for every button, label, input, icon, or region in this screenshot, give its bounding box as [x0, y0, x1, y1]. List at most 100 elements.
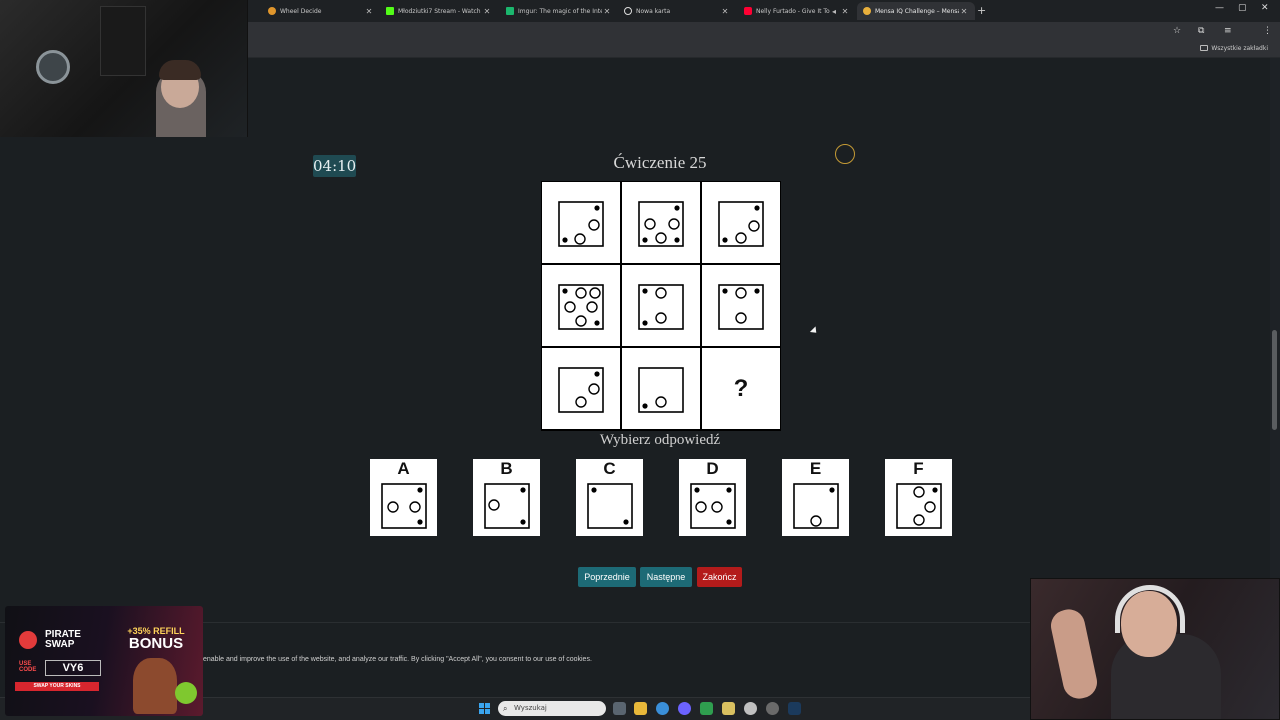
- option-letter: B: [500, 459, 513, 478]
- shelf: [100, 6, 146, 76]
- scrollbar-thumb[interactable]: [1272, 330, 1277, 430]
- option-d[interactable]: D: [679, 459, 746, 536]
- bookmarks-label: Wszystkie zakładki: [1211, 45, 1268, 52]
- dice-figure: [690, 483, 736, 529]
- tab-label: Mensa IQ Challenge – Mensa I...: [875, 7, 959, 15]
- headset: [1115, 585, 1185, 633]
- youtube-favicon-icon: [744, 7, 752, 15]
- close-icon[interactable]: ✕: [840, 7, 850, 16]
- option-letter: C: [603, 459, 616, 478]
- dice-figure: [558, 284, 604, 330]
- sponsor-banner: PIRATE SWAP USE CODE VY6 SWAP YOUR SKINS +…: [5, 606, 203, 716]
- app-icon[interactable]: [722, 702, 735, 715]
- option-b[interactable]: B: [473, 459, 540, 536]
- finish-button[interactable]: Zakończ: [697, 567, 742, 587]
- previous-button[interactable]: Poprzednie: [578, 567, 636, 587]
- wheel-favicon-icon: [268, 7, 276, 15]
- tab-imgur[interactable]: Imgur: The magic of the Intern... ✕: [500, 2, 618, 20]
- tab-label: Imgur: The magic of the Intern...: [518, 7, 602, 15]
- tab-wheel-decide[interactable]: Wheel Decide ✕: [262, 2, 380, 20]
- use-code-label: USE CODE: [19, 661, 36, 673]
- mensa-favicon-icon: [863, 7, 871, 15]
- maximize-icon[interactable]: ▢: [1238, 3, 1247, 13]
- option-letter: D: [706, 459, 719, 478]
- task-view-icon[interactable]: [613, 702, 626, 715]
- dice-figure: [587, 483, 633, 529]
- new-tab-button[interactable]: +: [977, 4, 986, 17]
- puzzle-cell: [542, 348, 620, 429]
- puzzle-cell: [622, 265, 700, 346]
- menu-dots-icon[interactable]: ⋮: [1263, 26, 1272, 36]
- tab-stream[interactable]: Młodziutki7 Stream - Watch Li... ✕: [380, 2, 498, 20]
- dice-figure: [381, 483, 427, 529]
- exercise-title: Ćwiczenie 25: [613, 153, 707, 172]
- tab-new[interactable]: Nowa karta ✕: [618, 2, 736, 20]
- puzzle-cell: [702, 265, 780, 346]
- dice-figure: [638, 201, 684, 247]
- folder-icon: [1200, 45, 1209, 51]
- option-letter: F: [913, 459, 924, 478]
- use-line: CODE: [19, 667, 37, 673]
- settings-icon[interactable]: [766, 702, 779, 715]
- extensions-icon[interactable]: ⧉: [1198, 26, 1204, 36]
- puzzle-cell: [702, 182, 780, 263]
- dice-figure: [558, 201, 604, 247]
- chrome-icon[interactable]: [656, 702, 669, 715]
- file-explorer-icon[interactable]: [634, 702, 647, 715]
- minimize-icon[interactable]: —: [1215, 3, 1224, 13]
- dice-figure: [484, 483, 530, 529]
- tab-label: Nelly Furtado - Give It To M...: [756, 7, 830, 15]
- imgur-favicon-icon: [506, 7, 514, 15]
- puzzle-cell: [542, 182, 620, 263]
- dice-figure: [718, 284, 764, 330]
- screen: Wheel Decide ✕ Młodziutki7 Stream - Watc…: [0, 0, 1280, 720]
- countdown-timer: 04:10: [313, 155, 357, 177]
- fan: [36, 50, 70, 84]
- window-close-icon[interactable]: ✕: [1261, 3, 1269, 13]
- close-icon[interactable]: ✕: [720, 7, 730, 16]
- close-icon[interactable]: ✕: [364, 7, 374, 16]
- pirate-logo-icon: [19, 631, 37, 649]
- option-f[interactable]: F: [885, 459, 952, 536]
- tab-mensa[interactable]: Mensa IQ Challenge – Mensa I... ✕: [857, 2, 975, 20]
- option-a[interactable]: A: [370, 459, 437, 536]
- promo-code: VY6: [45, 660, 101, 676]
- dice-figure: [638, 284, 684, 330]
- tab-label: Nowa karta: [636, 7, 671, 15]
- discord-icon[interactable]: [678, 702, 691, 715]
- app-icon[interactable]: [744, 702, 757, 715]
- option-e[interactable]: E: [782, 459, 849, 536]
- cookie-notice-text: enable and improve the use of the websit…: [203, 656, 592, 663]
- brand-line: SWAP: [45, 639, 75, 650]
- promo-tagline: SWAP YOUR SKINS: [15, 682, 99, 691]
- windows-start-icon[interactable]: [479, 703, 491, 715]
- next-button[interactable]: Następne: [640, 567, 692, 587]
- green-orb: [175, 682, 197, 704]
- tab-music[interactable]: Nelly Furtado - Give It To M... ◂ ✕: [738, 2, 856, 20]
- person-hair: [159, 60, 201, 80]
- question-mark: ?: [733, 374, 749, 402]
- dice-figure: [718, 201, 764, 247]
- dice-figure: [896, 483, 942, 529]
- close-icon[interactable]: ✕: [959, 7, 969, 16]
- close-icon[interactable]: ✕: [602, 7, 612, 16]
- webcam-overlay-guest: [1030, 578, 1280, 720]
- option-c[interactable]: C: [576, 459, 643, 536]
- globe-favicon-icon: [624, 7, 632, 15]
- close-icon[interactable]: ✕: [482, 7, 492, 16]
- taskbar-search-input[interactable]: ⌕ Wyszukaj: [498, 701, 606, 716]
- puzzle-cell: [622, 348, 700, 429]
- option-letter: E: [809, 459, 822, 478]
- app-icon[interactable]: [700, 702, 713, 715]
- steam-icon[interactable]: [788, 702, 801, 715]
- tab-label: Wheel Decide: [280, 7, 322, 15]
- bookmark-star-icon[interactable]: ☆: [1173, 26, 1181, 36]
- choose-answer-label: Wybierz odpowiedź: [599, 432, 721, 448]
- speaker-icon[interactable]: ◂: [830, 7, 838, 16]
- puzzle-cell: [622, 182, 700, 263]
- webcam-overlay-streamer: [0, 0, 248, 137]
- tab-label: Młodziutki7 Stream - Watch Li...: [398, 7, 482, 15]
- all-bookmarks[interactable]: Wszystkie zakładki: [1200, 45, 1268, 52]
- media-icon[interactable]: ≡: [1224, 26, 1232, 36]
- dice-figure: [638, 367, 684, 413]
